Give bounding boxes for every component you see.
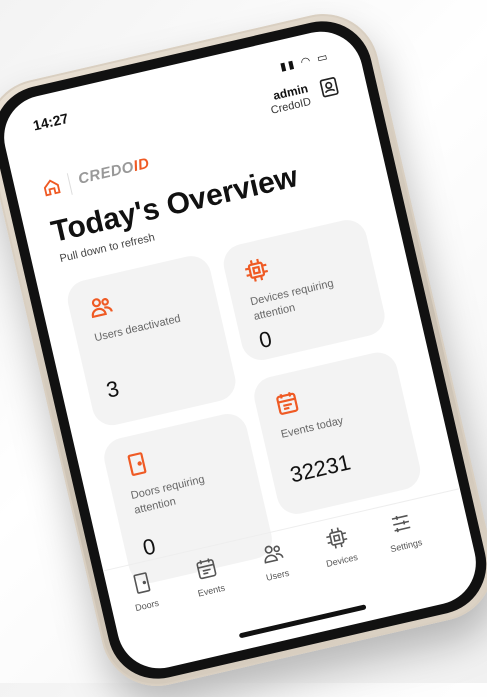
chip-icon [326, 527, 348, 549]
users-icon [264, 545, 284, 564]
nav-label: Doors [134, 597, 160, 614]
calendar-icon [196, 558, 217, 580]
nav-label: Events [196, 582, 226, 599]
nav-label: Devices [325, 551, 359, 569]
signal-wifi-battery-icon: ▮▮ ◠ ▭ [278, 50, 331, 74]
events-today-card[interactable]: Events today 32231 [250, 348, 425, 518]
credoid-logo: CREDOID [76, 154, 152, 188]
nav-label: Users [265, 567, 291, 583]
chip-icon [244, 258, 269, 282]
door-icon [127, 452, 147, 476]
users-icon [91, 298, 113, 319]
door-icon [133, 572, 151, 594]
nav-settings[interactable]: Settings [364, 504, 441, 559]
devices-attention-card[interactable]: Devices requiring attention 0 [219, 216, 389, 364]
status-time: 14:27 [31, 109, 70, 134]
phone-device: 14:27 ▮▮ ◠ ▭ admin CredoID CREDOID Today… [0, 2, 487, 697]
user-info: admin CredoID [266, 81, 313, 117]
logout-icon[interactable] [316, 74, 342, 100]
calendar-icon [276, 392, 299, 415]
card-value: 0 [256, 325, 275, 354]
sliders-icon [391, 514, 411, 533]
card-value: 3 [103, 375, 122, 403]
home-icon[interactable] [40, 175, 64, 199]
nav-events[interactable]: Events [169, 549, 246, 604]
header-divider [66, 173, 73, 195]
nav-label: Settings [389, 537, 424, 555]
app-screen: 14:27 ▮▮ ◠ ▭ admin CredoID CREDOID Today… [0, 23, 485, 677]
users-deactivated-card[interactable]: Users deactivated 3 [63, 252, 240, 430]
card-value: 32231 [287, 449, 353, 488]
